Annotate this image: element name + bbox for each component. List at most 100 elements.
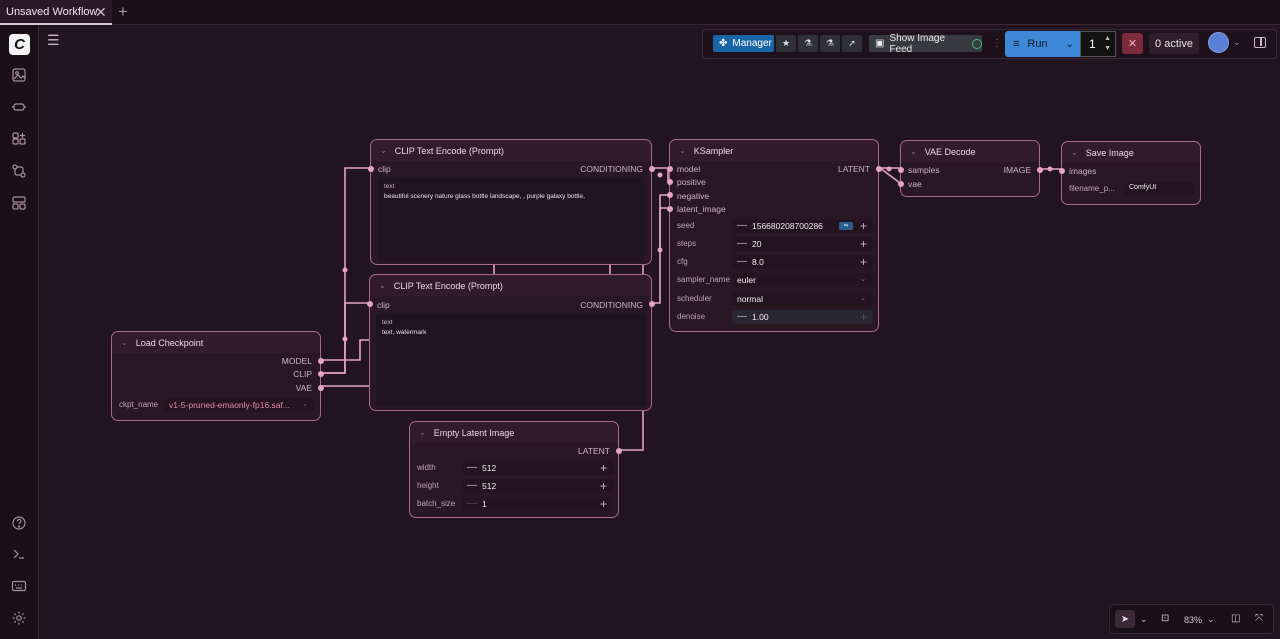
collapse-chevron-icon[interactable]: ⌄ xyxy=(910,147,917,156)
tab-unsaved-workflow[interactable]: Unsaved Workflow ✕ xyxy=(0,0,112,25)
model-input-dot[interactable] xyxy=(667,166,673,172)
negative-input-dot[interactable] xyxy=(667,192,673,198)
model-icon[interactable] xyxy=(11,99,27,115)
sampler-widget[interactable]: sampler_name euler ⌄ xyxy=(677,273,873,287)
decrement-icon[interactable]: — xyxy=(467,497,477,511)
keyboard-icon[interactable] xyxy=(11,578,27,594)
collapse-chevron-icon[interactable]: ⌄ xyxy=(419,428,426,437)
sampler-select[interactable]: euler ⌄ xyxy=(732,273,873,287)
fit-view-icon[interactable]: ⊡ xyxy=(1161,613,1169,624)
decrement-icon[interactable]: — xyxy=(467,479,477,493)
decrement-icon[interactable]: — xyxy=(737,310,747,324)
vae-output-dot[interactable] xyxy=(318,385,324,391)
chevron-down-icon[interactable]: ⌄ xyxy=(1233,37,1241,48)
ckpt-name-select[interactable]: v1-5-pruned-emaonly-fp16.saf... ⌄ xyxy=(164,398,315,412)
node-header[interactable]: ⌄ Empty Latent Image xyxy=(410,422,618,443)
prompt-textarea[interactable]: text text, watermark xyxy=(376,313,646,406)
cfg-widget[interactable]: cfg — 8.0 + xyxy=(677,255,873,269)
collapse-chevron-icon[interactable]: ⌄ xyxy=(380,146,387,155)
scheduler-select[interactable]: normal ⌄ xyxy=(732,292,873,306)
seed-widget[interactable]: seed — 156680208700286 ⇆ + xyxy=(677,219,873,233)
node-vae-decode[interactable]: ⌄ VAE Decode samples vae IMAGE xyxy=(898,140,1043,197)
increment-icon[interactable]: + xyxy=(600,497,607,511)
node-save-image[interactable]: ⌄ Save Image images filename_p... ComfyU… xyxy=(1059,141,1201,205)
run-options-chevron-icon[interactable]: ⌄ xyxy=(1066,39,1074,50)
model-output-dot[interactable] xyxy=(318,358,324,364)
node-header[interactable]: ⌄ CLIP Text Encode (Prompt) xyxy=(370,275,651,296)
increment-icon[interactable]: + xyxy=(600,461,607,475)
conditioning-output-dot[interactable] xyxy=(649,301,655,307)
flask-icon[interactable]: ⚗ xyxy=(798,35,818,52)
clip-output-dot[interactable] xyxy=(318,371,324,377)
clip-input-dot[interactable] xyxy=(368,166,374,172)
settings-icon[interactable] xyxy=(11,610,27,626)
node-library-icon[interactable] xyxy=(11,131,27,147)
decrement-icon[interactable]: — xyxy=(467,461,477,475)
stepper-arrows-icon[interactable]: ▲ ▼ xyxy=(1104,34,1111,54)
hamburger-menu-icon[interactable]: ☰ xyxy=(47,32,60,49)
latent-output-dot[interactable] xyxy=(876,166,882,172)
node-header[interactable]: ⌄ KSampler xyxy=(670,140,878,161)
ckpt-name-widget[interactable]: ckpt_name v1-5-pruned-emaonly-fp16.saf..… xyxy=(119,398,315,412)
denoise-number-input[interactable]: — 1.00 + xyxy=(732,310,873,324)
share-icon[interactable]: ➚ xyxy=(842,35,862,52)
flask-alt-icon[interactable]: ⚗ xyxy=(820,35,840,52)
prompt-textarea[interactable]: text beautiful scenery nature glass bott… xyxy=(378,177,644,261)
clip-input-dot[interactable] xyxy=(367,301,373,307)
positive-input-dot[interactable] xyxy=(667,179,673,185)
hide-links-icon[interactable]: ⤧ xyxy=(1255,613,1263,624)
manager-button[interactable]: ✤ Manager xyxy=(713,35,774,52)
increment-icon[interactable]: + xyxy=(860,255,867,269)
node-header[interactable]: ⌄ CLIP Text Encode (Prompt) xyxy=(371,140,651,161)
batch-size-number-input[interactable]: — 1 + xyxy=(462,497,613,511)
cancel-run-button[interactable]: ✕ xyxy=(1122,33,1143,54)
zoom-level[interactable]: 83% xyxy=(1184,615,1202,625)
increment-icon[interactable]: + xyxy=(860,310,867,324)
comfy-logo[interactable]: C xyxy=(9,34,30,55)
collapse-chevron-icon[interactable]: ⌄ xyxy=(379,281,386,290)
steps-widget[interactable]: steps — 20 + xyxy=(677,237,873,251)
collapse-chevron-icon[interactable]: ⌄ xyxy=(121,338,128,347)
user-avatar[interactable] xyxy=(1208,32,1229,53)
batch-size-widget[interactable]: batch_size — 1 + xyxy=(417,497,613,511)
height-number-input[interactable]: — 512 + xyxy=(462,479,613,493)
samples-input-dot[interactable] xyxy=(898,167,904,173)
star-icon[interactable]: ★ xyxy=(776,35,796,52)
run-button[interactable]: ≡ Run ⌄ xyxy=(1005,31,1080,57)
collapse-chevron-icon[interactable]: ⌄ xyxy=(1071,148,1078,157)
show-image-feed-button[interactable]: ▣ Show Image Feed xyxy=(869,33,982,55)
terminal-icon[interactable] xyxy=(11,546,27,562)
active-queue-indicator[interactable]: 0 active xyxy=(1149,33,1199,54)
increment-icon[interactable]: + xyxy=(860,237,867,251)
node-empty-latent-image[interactable]: ⌄ Empty Latent Image LATENT width — 512 … xyxy=(409,421,622,518)
images-input-dot[interactable] xyxy=(1059,168,1065,174)
batch-count-input[interactable]: 1 ▲ ▼ xyxy=(1080,31,1116,57)
steps-number-input[interactable]: — 20 + xyxy=(732,237,873,251)
node-header[interactable]: ⌄ Save Image xyxy=(1062,142,1200,163)
workflows-icon[interactable] xyxy=(11,163,27,179)
height-widget[interactable]: height — 512 + xyxy=(417,479,613,493)
decrement-icon[interactable]: — xyxy=(737,255,747,269)
images-icon[interactable] xyxy=(11,67,27,83)
increment-icon[interactable]: + xyxy=(600,479,607,493)
panel-toggle-icon[interactable] xyxy=(1254,37,1266,48)
node-header[interactable]: ⌄ VAE Decode xyxy=(901,141,1039,162)
vae-input-dot[interactable] xyxy=(898,181,904,187)
control-after-generate-icon[interactable]: ⇆ xyxy=(839,222,853,230)
chevron-down-icon[interactable]: ⌄ xyxy=(1140,614,1148,625)
denoise-widget[interactable]: denoise — 1.00 + xyxy=(677,310,873,324)
node-clip-text-encode-positive[interactable]: ⌄ CLIP Text Encode (Prompt) clip CONDITI… xyxy=(368,139,655,265)
width-widget[interactable]: width — 512 + xyxy=(417,461,613,475)
node-load-checkpoint[interactable]: ⌄ Load Checkpoint MODEL CLIP VAE ckpt_na… xyxy=(111,331,324,421)
node-clip-text-encode-negative[interactable]: ⌄ CLIP Text Encode (Prompt) clip CONDITI… xyxy=(367,274,655,411)
collapse-chevron-icon[interactable]: ⌄ xyxy=(679,146,686,155)
templates-icon[interactable] xyxy=(11,195,27,211)
latent-image-input-dot[interactable] xyxy=(667,206,673,212)
decrement-icon[interactable]: — xyxy=(737,219,747,233)
seed-number-input[interactable]: — 156680208700286 ⇆ + xyxy=(732,219,873,233)
close-tab-icon[interactable]: ✕ xyxy=(95,5,107,19)
image-output-dot[interactable] xyxy=(1037,167,1043,173)
new-tab-icon[interactable]: + xyxy=(118,3,128,20)
filename-prefix-widget[interactable]: filename_p... ComfyUI xyxy=(1069,182,1195,196)
node-header[interactable]: ⌄ Load Checkpoint xyxy=(112,332,320,353)
